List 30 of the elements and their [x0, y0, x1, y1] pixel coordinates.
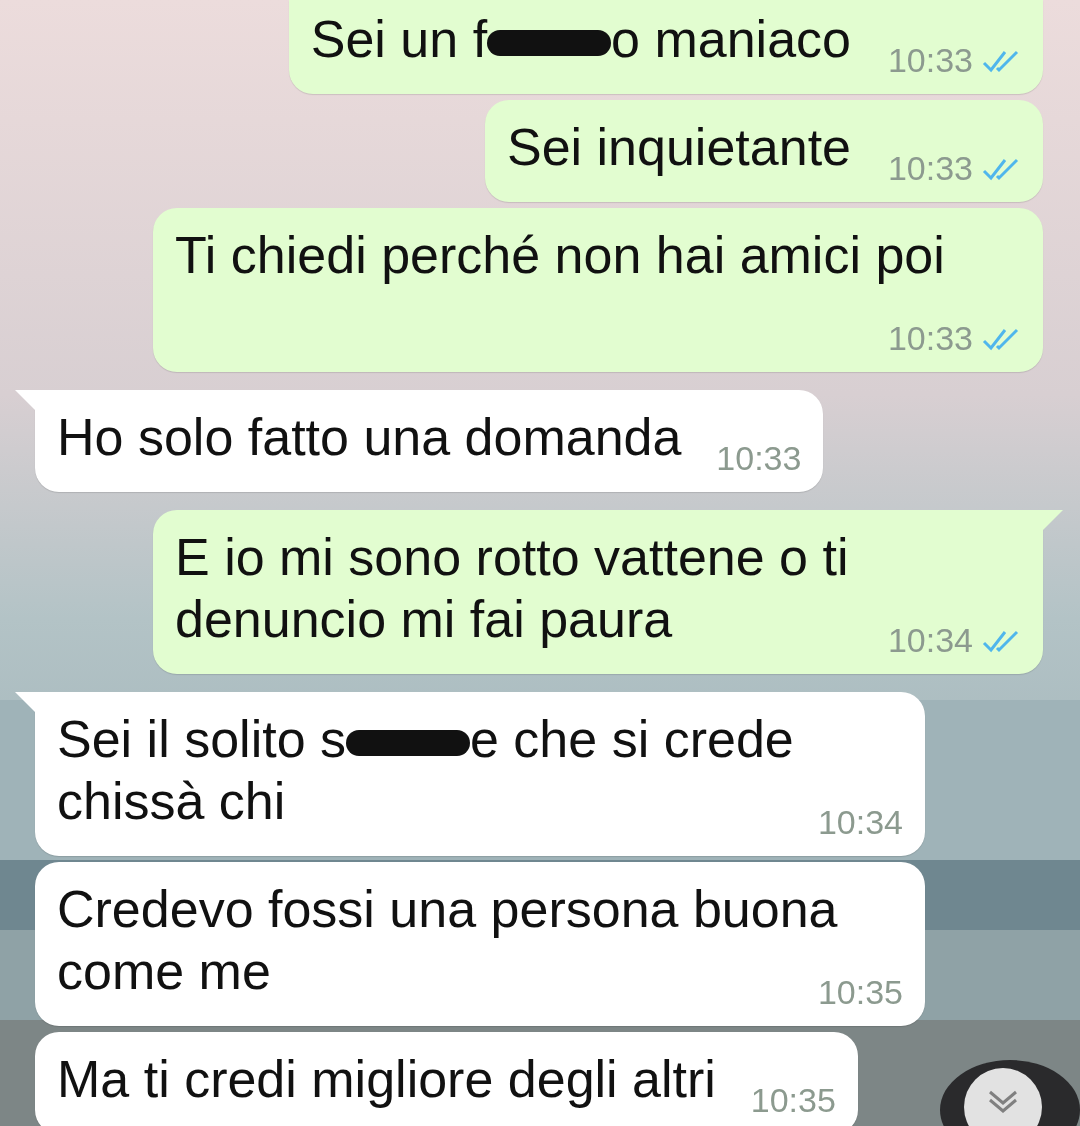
message-text: o maniaco	[611, 10, 851, 68]
message-text: e che si crede	[470, 710, 794, 768]
double-chevron-down-icon	[986, 1088, 1020, 1114]
message-time: 10:33	[716, 439, 802, 478]
message-text: Credevo fossi una persona buona	[57, 880, 838, 938]
message-time: 10:33	[887, 41, 973, 80]
message-text: denuncio mi fai paura	[175, 590, 673, 648]
message-time: 10:34	[887, 621, 973, 660]
sent-message-bubble[interactable]: Ti chiedi perché non hai amici poi 10:33	[153, 208, 1043, 372]
sent-message-bubble[interactable]: Sei inquietante 10:33	[484, 100, 1043, 202]
message-text: Sei il solito s	[57, 710, 346, 768]
received-message-bubble[interactable]: Sei il solito s e che si crede chissà chi 10:34	[35, 692, 925, 856]
message-text: Ti chiedi perché non hai amici poi	[175, 226, 945, 284]
message-text: Ho solo fatto una domanda	[57, 408, 682, 466]
message-time: 10:33	[887, 319, 973, 358]
message-text: E io mi sono rotto vattene o ti	[175, 528, 849, 586]
message-text: Sei un f	[310, 10, 488, 68]
received-message-bubble[interactable]: Ma ti credi migliore degli altri 10:35	[35, 1032, 858, 1126]
received-message-bubble[interactable]: Credevo fossi una persona buona come me 10:35	[35, 862, 925, 1026]
sent-message-bubble[interactable]: Sei un f o maniaco 10:33	[288, 0, 1043, 94]
message-time: 10:35	[750, 1081, 836, 1120]
message-text: Sei inquietante	[506, 118, 851, 176]
message-text: Ma ti credi migliore degli altri	[57, 1050, 716, 1108]
message-time: 10:34	[817, 803, 903, 842]
message-time: 10:33	[887, 149, 973, 188]
message-time: 10:35	[817, 973, 903, 1012]
message-text: come me	[57, 942, 271, 1000]
sent-message-bubble[interactable]: E io mi sono rotto vattene o ti denuncio mi fai paura 10:34	[153, 510, 1043, 674]
received-message-bubble[interactable]: Ho solo fatto una domanda 10:33	[35, 390, 824, 492]
message-text: chissà chi	[57, 772, 286, 830]
